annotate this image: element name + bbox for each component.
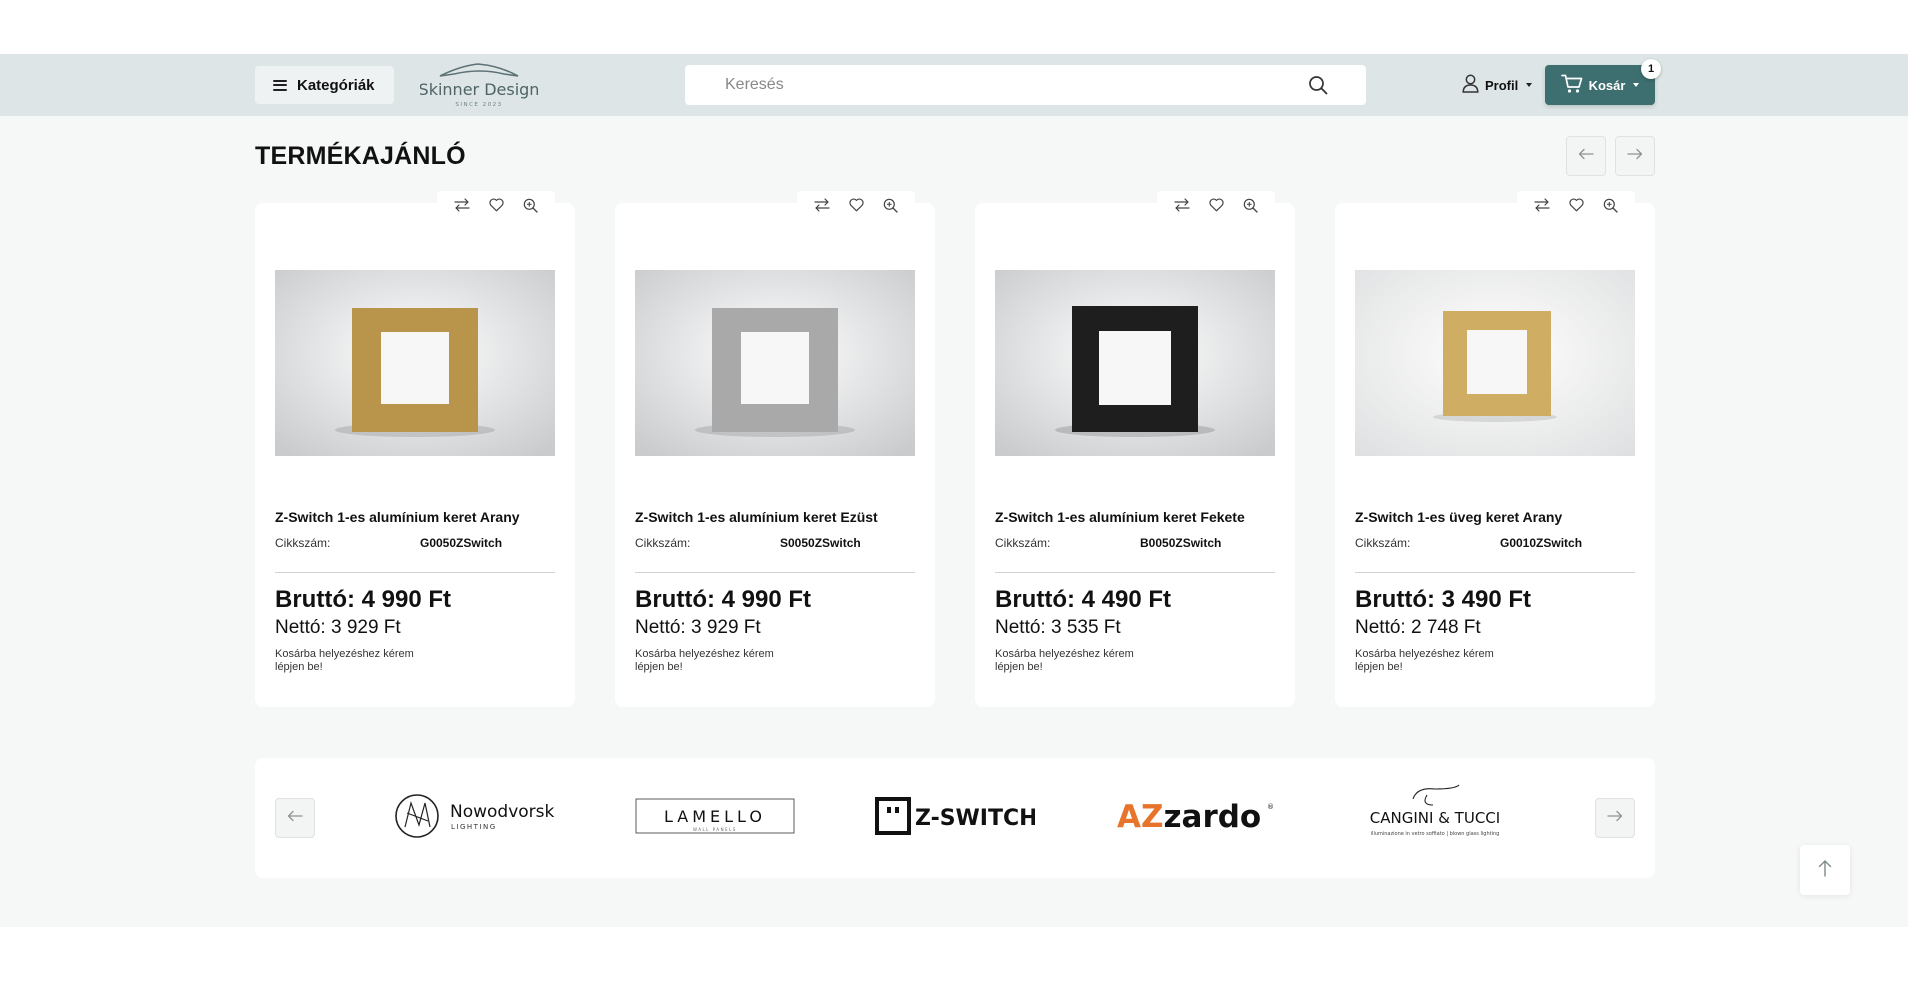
cart-button[interactable]: Kosár 1 (1545, 59, 1661, 105)
product-actions (437, 191, 555, 219)
sku-label: Cikkszám: (275, 536, 331, 550)
carousel-next-button[interactable] (1615, 136, 1655, 176)
product-card[interactable]: Z-Switch 1-es alumínium keret Fekete Cik… (975, 191, 1295, 707)
sku-label: Cikkszám: (635, 536, 691, 550)
arrow-left-icon (287, 809, 303, 827)
search-input[interactable] (725, 76, 1285, 94)
divider (995, 572, 1275, 573)
svg-text:SINCE 2023: SINCE 2023 (455, 102, 502, 108)
product-name[interactable]: Z-Switch 1-es alumínium keret Fekete (995, 509, 1245, 525)
zoom-icon[interactable] (1603, 198, 1618, 213)
gross-price: Bruttó: 4 490 Ft (995, 586, 1172, 613)
login-note: Kosárba helyezéshez kérem lépjen be! (635, 648, 774, 673)
brand-logo-cangini-tucci[interactable]: CANGINI & TUCCI illuminazione in vetro s… (1355, 784, 1515, 846)
divider (635, 572, 915, 573)
brand-logo-zswitch[interactable]: Z-SWITCH (875, 786, 1035, 846)
main-content: TERMÉKAJÁNLÓ Z-Switch 1-es alumínium ker… (0, 116, 1908, 927)
heart-icon[interactable] (489, 198, 504, 212)
login-note: Kosárba helyezéshez kérem lépjen be! (275, 648, 414, 673)
product-card[interactable]: Z-Switch 1-es üveg keret Arany Cikkszám:… (1335, 191, 1655, 707)
sku-label: Cikkszám: (1355, 536, 1411, 550)
product-actions (1157, 191, 1275, 219)
sku-value: G0010ZSwitch (1500, 536, 1583, 550)
product-actions (797, 191, 915, 219)
product-image[interactable] (1355, 270, 1635, 456)
compare-icon[interactable] (1174, 198, 1190, 212)
chevron-down-icon (1526, 83, 1533, 87)
product-name[interactable]: Z-Switch 1-es alumínium keret Ezüst (635, 509, 878, 525)
net-price: Nettó: 3 929 Ft (635, 617, 761, 638)
product-actions (1517, 191, 1635, 219)
hamburger-icon (273, 79, 287, 91)
site-logo[interactable]: Skinner Design SINCE 2023 (419, 62, 539, 108)
compare-icon[interactable] (814, 198, 830, 212)
heart-icon[interactable] (849, 198, 864, 212)
divider (275, 572, 555, 573)
svg-text:LAMELLO: LAMELLO (664, 807, 766, 826)
chevron-down-icon (1633, 83, 1640, 87)
brand-logo-lamello[interactable]: LAMELLO WALL PANELS (635, 786, 795, 846)
svg-text:Z-SWITCH: Z-SWITCH (915, 806, 1035, 831)
zoom-icon[interactable] (1243, 198, 1258, 213)
svg-text:WALL PANELS: WALL PANELS (693, 827, 737, 832)
profile-label: Profil (1485, 77, 1519, 93)
categories-button[interactable]: Kategóriák (255, 66, 394, 104)
brand-prev-button[interactable] (275, 798, 315, 838)
svg-text:LIGHTING: LIGHTING (451, 823, 497, 831)
arrow-right-icon (1607, 809, 1623, 827)
product-image[interactable] (995, 270, 1275, 456)
compare-icon[interactable] (454, 198, 470, 212)
sku-value: G0050ZSwitch (420, 536, 503, 550)
arrow-right-icon (1627, 147, 1643, 165)
arrow-up-icon (1818, 859, 1832, 882)
brand-carousel: Nowodvorski LIGHTING LAMELLO WALL PANELS… (255, 758, 1655, 878)
sku-value: S0050ZSwitch (780, 536, 861, 550)
profile-menu[interactable]: Profil (1462, 74, 1533, 96)
zoom-icon[interactable] (523, 198, 538, 213)
gross-price: Bruttó: 4 990 Ft (275, 586, 452, 613)
svg-text:CANGINI & TUCCI: CANGINI & TUCCI (1370, 809, 1500, 827)
product-image[interactable] (275, 270, 555, 456)
login-note: Kosárba helyezéshez kérem lépjen be! (995, 648, 1134, 673)
zoom-icon[interactable] (883, 198, 898, 213)
svg-text:illuminazione in vetro soffiat: illuminazione in vetro soffiato | blown … (1371, 831, 1500, 837)
search-box (685, 65, 1366, 105)
svg-text:Nowodvorski: Nowodvorski (450, 802, 555, 822)
product-card[interactable]: Z-Switch 1-es alumínium keret Arany Cikk… (255, 191, 575, 707)
heart-icon[interactable] (1569, 198, 1584, 212)
cart-label: Kosár (1588, 77, 1626, 93)
brand-next-button[interactable] (1595, 798, 1635, 838)
arrow-left-icon (1578, 147, 1594, 165)
net-price: Nettó: 3 535 Ft (995, 617, 1121, 638)
section-title: TERMÉKAJÁNLÓ (255, 142, 466, 170)
divider (1355, 572, 1635, 573)
product-name[interactable]: Z-Switch 1-es alumínium keret Arany (275, 509, 520, 525)
carousel-prev-button[interactable] (1566, 136, 1606, 176)
cart-icon (1560, 74, 1583, 97)
net-price: Nettó: 2 748 Ft (1355, 617, 1481, 638)
svg-text:Skinner Design: Skinner Design (420, 80, 538, 99)
site-header: Kategóriák Skinner Design SINCE 2023 Pro… (0, 54, 1908, 116)
compare-icon[interactable] (1534, 198, 1550, 212)
categories-label: Kategóriák (297, 76, 375, 94)
sku-label: Cikkszám: (995, 536, 1051, 550)
heart-icon[interactable] (1209, 198, 1224, 212)
product-name[interactable]: Z-Switch 1-es üveg keret Arany (1355, 509, 1562, 525)
gross-price: Bruttó: 4 990 Ft (635, 586, 812, 613)
svg-text:®: ® (1267, 803, 1274, 811)
net-price: Nettó: 3 929 Ft (275, 617, 401, 638)
svg-text:AZzardo: AZzardo (1117, 799, 1261, 835)
cart-count-badge: 1 (1641, 59, 1661, 79)
brand-logo-nowodvorski[interactable]: Nowodvorski LIGHTING (395, 786, 555, 846)
sku-value: B0050ZSwitch (1140, 536, 1222, 550)
search-icon[interactable] (1308, 75, 1328, 100)
scroll-to-top-button[interactable] (1800, 845, 1850, 895)
gross-price: Bruttó: 3 490 Ft (1355, 586, 1532, 613)
user-icon (1462, 74, 1479, 96)
product-image[interactable] (635, 270, 915, 456)
product-card[interactable]: Z-Switch 1-es alumínium keret Ezüst Cikk… (615, 191, 935, 707)
login-note: Kosárba helyezéshez kérem lépjen be! (1355, 648, 1494, 673)
brand-logo-azzardo[interactable]: AZzardo ® (1115, 786, 1275, 846)
